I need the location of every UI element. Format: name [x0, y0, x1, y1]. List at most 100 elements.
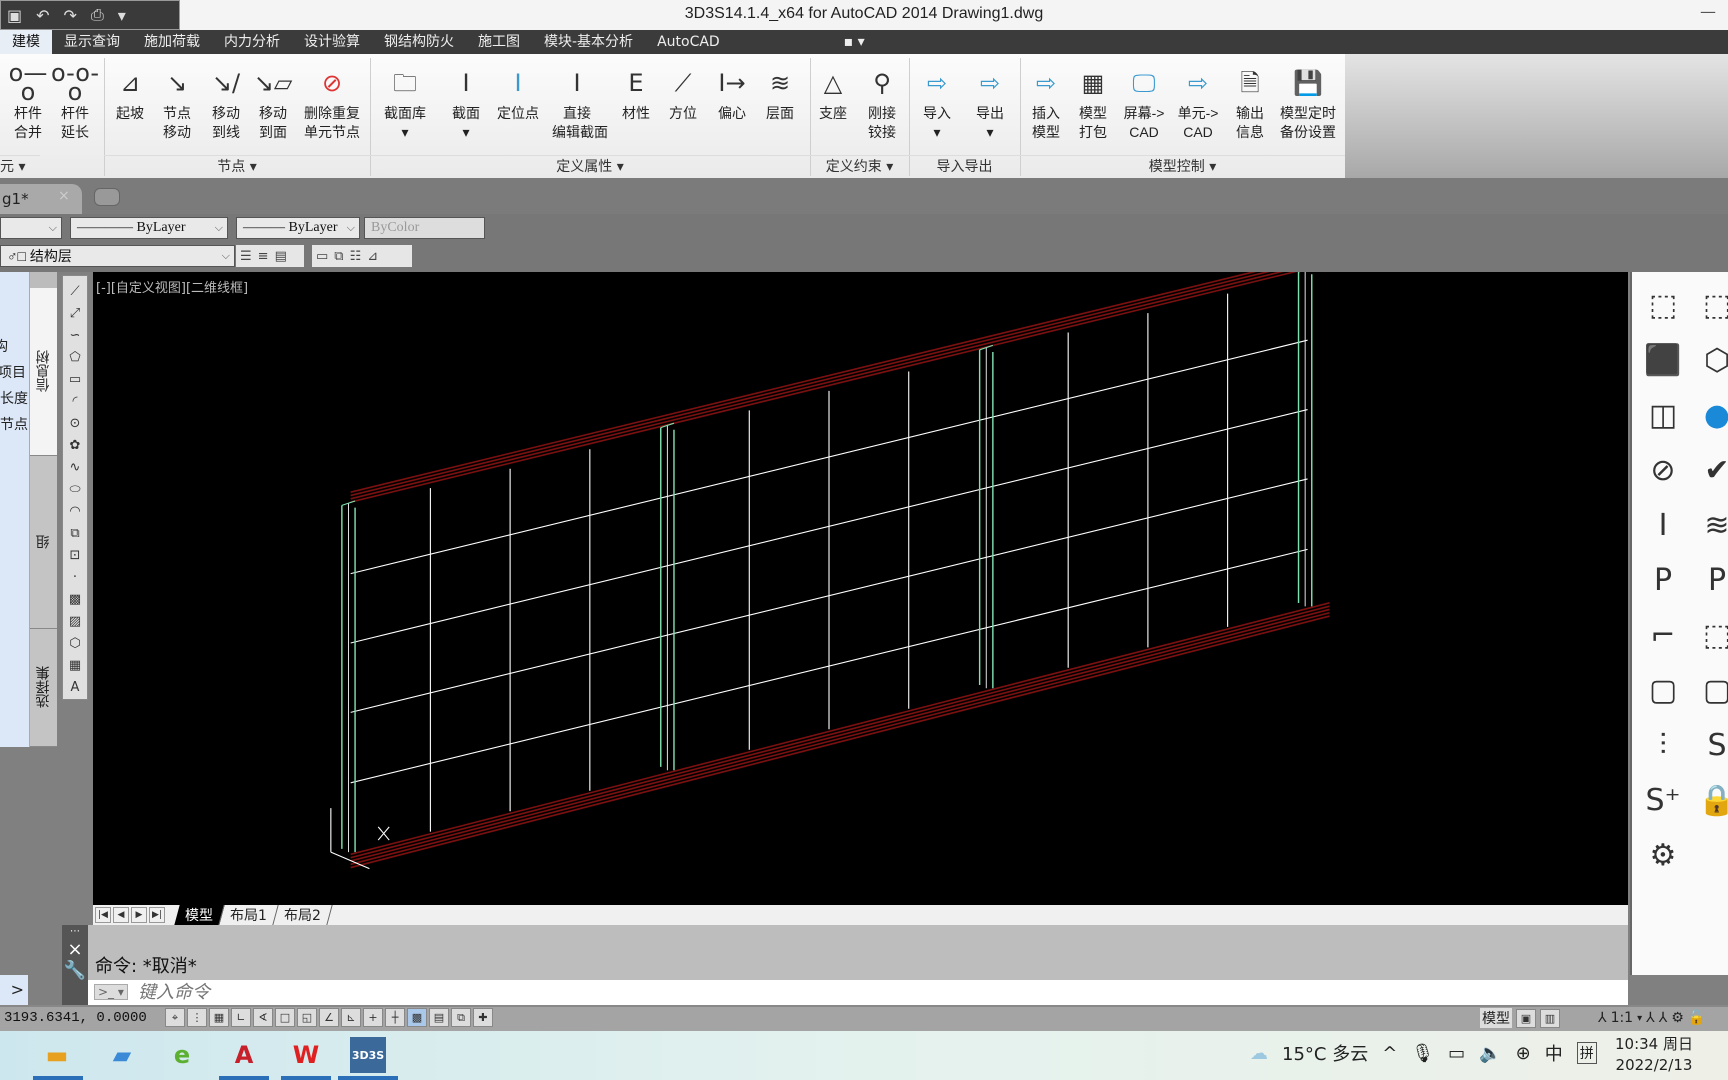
support-button[interactable]: △ 支座 — [808, 62, 858, 123]
panel-tab-0[interactable]: 信息树 — [30, 288, 57, 456]
s-plus-icon[interactable]: S⁺ — [1642, 779, 1684, 821]
section-button[interactable]: Ⅰ 截面 ▾ — [441, 62, 491, 142]
polar-toggle[interactable]: ∢ — [253, 1008, 273, 1027]
tab-6[interactable]: 施工图 — [466, 30, 532, 54]
minimize-button[interactable]: — — [1700, 2, 1716, 21]
rectangle-icon[interactable]: ▭ — [69, 370, 81, 389]
annotation-scale-icon[interactable]: ⅄ — [1598, 1010, 1607, 1026]
p-edit-icon[interactable]: P — [1642, 559, 1684, 601]
panel-title-1[interactable]: 节点 ▾ — [104, 155, 370, 178]
new-tab-button[interactable] — [94, 188, 120, 206]
ime-mode[interactable]: 拼 — [1576, 1042, 1597, 1064]
tree-item[interactable]: 节点 — [0, 414, 28, 434]
box-icon[interactable]: ⬛ — [1642, 339, 1684, 381]
weather-icon[interactable]: ☁ — [1250, 1043, 1268, 1064]
linetype-combo[interactable]: ———— ByLayer ⌵ — [70, 217, 228, 239]
revision-cloud-icon[interactable]: ✿ — [70, 436, 81, 455]
auto-scale-icon[interactable]: ⅄ — [1659, 1010, 1668, 1026]
close-tab-icon[interactable]: × — [58, 188, 70, 204]
3d-osnap-toggle[interactable]: ◱ — [297, 1008, 317, 1027]
copy-icon[interactable]: ⧉ — [334, 249, 343, 264]
delete-duplicate-button[interactable]: ⊘ 删除重复 单元节点 — [296, 62, 368, 142]
sphere-icon[interactable]: ● — [1696, 394, 1728, 436]
layout-tab-0[interactable]: 模型 — [174, 905, 225, 925]
plotstyle-combo[interactable]: ByColor — [364, 217, 485, 239]
quick-view-drawings-icon[interactable]: ▥ — [1540, 1008, 1560, 1028]
viewport-label[interactable]: [-][自定义视图][二维线框] — [96, 277, 248, 296]
command-input[interactable] — [88, 980, 1628, 1005]
output-info-button[interactable]: 🗎 输出 信息 — [1225, 62, 1275, 142]
panel-tab-1[interactable]: 组 — [30, 456, 57, 629]
layout-tab-1[interactable]: 布局1 — [219, 905, 279, 925]
slope-button[interactable]: ⊿ 起坡 — [105, 62, 155, 123]
selection-cycling-toggle[interactable]: ⧉ — [451, 1008, 471, 1027]
qat-dropdown-icon[interactable]: ▾ — [118, 6, 126, 25]
ime-language[interactable]: 中 — [1545, 1040, 1563, 1066]
battery-icon[interactable]: ▭ — [1448, 1043, 1465, 1064]
list-icon[interactable]: ☷ — [350, 249, 362, 264]
command-prompt-icon[interactable]: >_ ▾ — [94, 984, 128, 1000]
check-icon[interactable]: ✔ — [1696, 449, 1728, 491]
spline-icon[interactable]: ∿ — [70, 458, 81, 477]
measure-icon[interactable]: ▭ — [316, 249, 328, 264]
cube-face-icon[interactable]: ⬚ — [1696, 284, 1728, 326]
rigid-hinge-button[interactable]: ⚲ 刚接 铰接 — [857, 62, 907, 142]
construction-line-icon[interactable]: ⤢ — [70, 304, 80, 323]
inspect-icon[interactable]: ⊿ — [367, 249, 378, 264]
color-combo[interactable]: ⌵ — [0, 217, 62, 239]
extend-member-button[interactable]: o-o-o 杆件 延长 — [50, 61, 100, 142]
layer-previous-icon[interactable]: ≡ — [258, 249, 269, 264]
quick-props-toggle[interactable]: ▤ — [429, 1008, 449, 1027]
tab-3[interactable]: 内力分析 — [212, 30, 292, 54]
transparency-toggle[interactable]: ▩ — [407, 1008, 427, 1027]
element-to-cad-button[interactable]: ⇨ 单元-> CAD — [1162, 62, 1234, 142]
tab-4[interactable]: 设计验算 — [292, 30, 372, 54]
ellipse-icon[interactable]: ⬭ — [69, 480, 80, 499]
close-command-icon[interactable]: × — [62, 939, 88, 960]
box-wire-icon[interactable]: ⬚ — [1642, 284, 1684, 326]
grid-toggle[interactable]: ▦ — [209, 1008, 229, 1027]
weather-text[interactable]: 15°C 多云 — [1282, 1040, 1368, 1066]
ortho-toggle[interactable]: ∟ — [231, 1008, 251, 1027]
panel-tab-2[interactable]: 选择集 — [30, 629, 57, 747]
select-region-icon[interactable]: ⬚ — [1696, 614, 1728, 656]
snap-grid-toggle[interactable]: ⌖ — [165, 1008, 185, 1027]
drawing-canvas[interactable] — [93, 252, 1628, 905]
move-node-button[interactable]: ↘ 节点 移动 — [152, 62, 202, 142]
lineweight-combo[interactable]: ——— ByLayer ⌵ — [236, 217, 360, 239]
panel-title-0[interactable]: 元 ▾ — [0, 155, 40, 178]
make-block-icon[interactable]: ⊡ — [70, 546, 81, 565]
anchor-point-button[interactable]: Ⅰ 定位点 — [493, 62, 543, 123]
infer-toggle[interactable]: ⋮ — [187, 1008, 207, 1027]
osnap-toggle[interactable]: □ — [275, 1008, 295, 1027]
prev-layout-button[interactable]: ◀ — [113, 907, 129, 923]
model-space-label[interactable]: 模型 — [1480, 1008, 1512, 1028]
wps-icon[interactable]: W — [288, 1037, 324, 1073]
layout-tab-2[interactable]: 布局2 — [273, 905, 333, 925]
microphone-icon[interactable]: 🎙 — [1411, 1043, 1434, 1064]
quick-view-layouts-icon[interactable]: ▣ — [1516, 1008, 1536, 1028]
region-icon[interactable]: ⬡ — [69, 634, 80, 653]
tab-2[interactable]: 施加荷载 — [132, 30, 212, 54]
3d3s-icon[interactable]: 3D3S — [350, 1037, 386, 1073]
section-library-button[interactable]: 🗀 截面库 ▾ — [380, 62, 430, 142]
move-to-line-button[interactable]: ↘/ 移动 到线 — [201, 62, 251, 142]
i-beam-check-icon[interactable]: Ⅰ — [1642, 504, 1684, 546]
eccentric-button[interactable]: Ⅰ→ 偏心 — [707, 62, 757, 123]
p-table-icon[interactable]: P — [1696, 559, 1728, 601]
autocad-icon[interactable]: A — [226, 1037, 262, 1073]
s-text-icon[interactable]: S — [1696, 724, 1728, 766]
annotation-scale[interactable]: 1:1 — [1611, 1010, 1634, 1026]
material-button[interactable]: E 材性 — [611, 62, 661, 123]
line-icon[interactable]: ⟋ — [70, 282, 79, 301]
ducs-toggle[interactable]: ⊾ — [341, 1008, 361, 1027]
first-layout-button[interactable]: |◀ — [95, 907, 111, 923]
chevron-down-icon[interactable]: ▾ — [1637, 1013, 1642, 1024]
import-button[interactable]: ⇨ 导入 ▾ — [912, 62, 962, 142]
browser-icon[interactable]: e — [164, 1037, 200, 1073]
undo-icon[interactable]: ↶ — [36, 6, 49, 25]
blank-frame-icon[interactable]: ▢ — [1642, 669, 1684, 711]
network-icon[interactable]: ⊕ — [1516, 1043, 1531, 1064]
blue-frame-icon[interactable]: ▢ — [1696, 669, 1728, 711]
pyramid-icon[interactable]: ⬡ — [1696, 339, 1728, 381]
